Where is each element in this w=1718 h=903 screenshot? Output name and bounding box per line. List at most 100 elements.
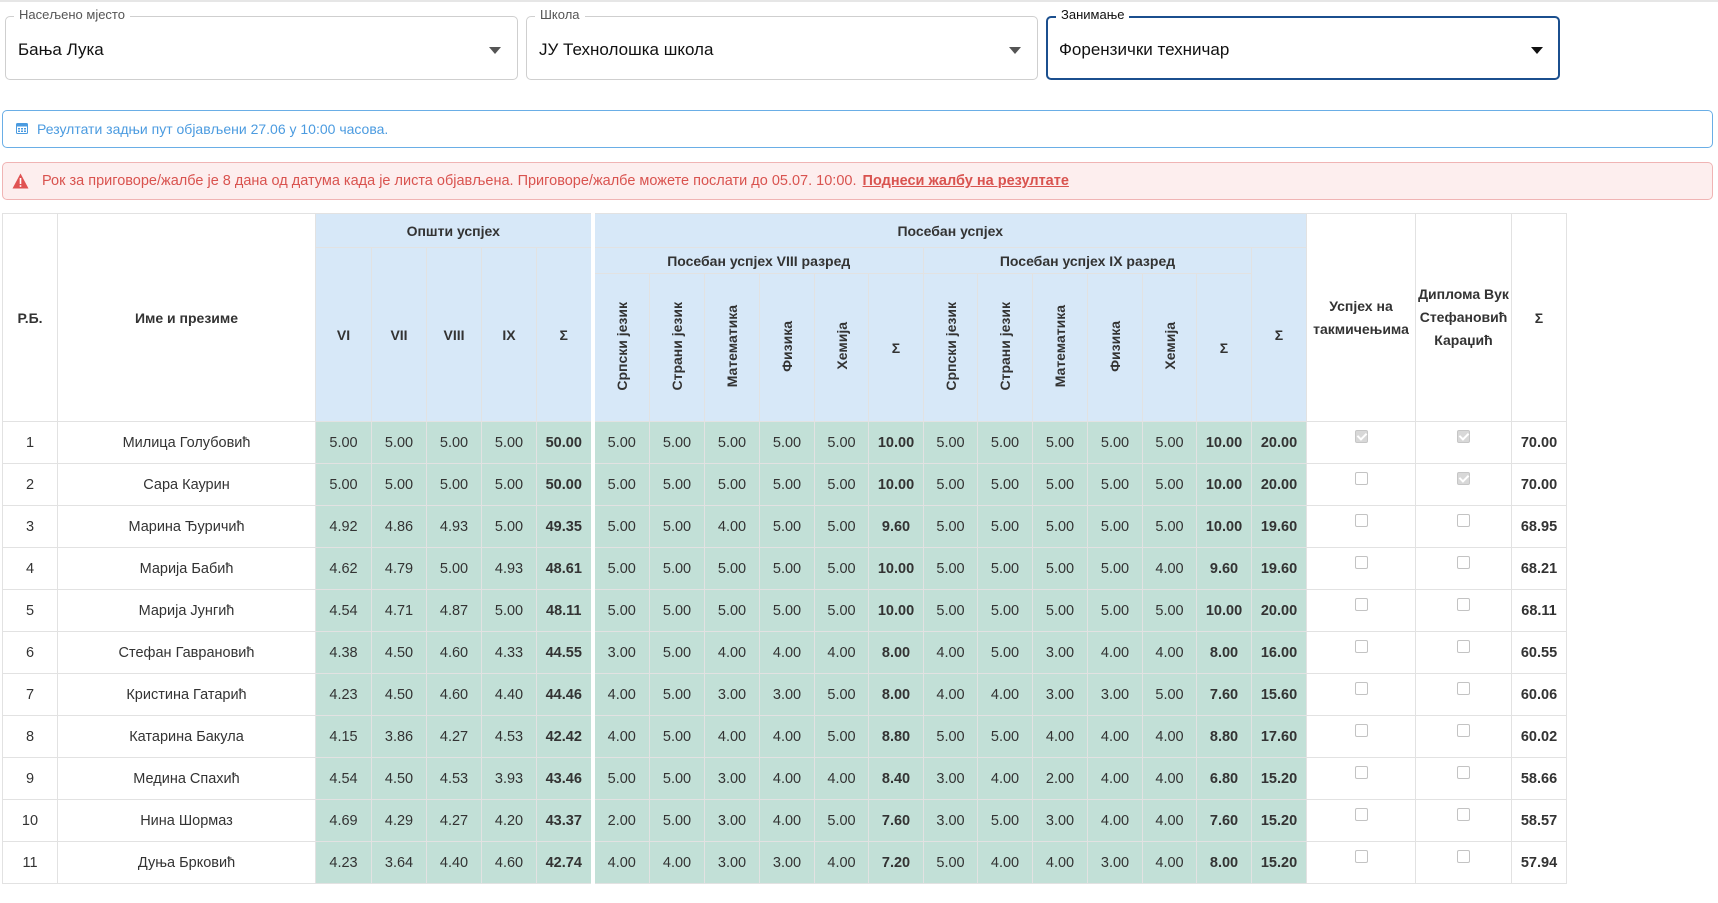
- student-name: Медина Спахић: [57, 757, 316, 800]
- special-8-sum-cell: 8.00: [868, 631, 924, 674]
- col-header-serbian-8-label: Српски језик: [613, 301, 630, 391]
- diploma-checkbox[interactable]: [1457, 556, 1470, 569]
- special-9-grade-cell: 4.00: [923, 673, 978, 716]
- special-8-grade-cell: 5.00: [590, 463, 650, 506]
- col-header-chemistry-9-label: Хемија: [1161, 322, 1178, 370]
- competitions-checkbox[interactable]: [1354, 850, 1368, 863]
- special-8-grade-cell: 5.00: [649, 799, 705, 842]
- general-grade-cell: 4.40: [426, 841, 482, 884]
- diploma-checkbox[interactable]: [1457, 598, 1470, 611]
- special-9-grade-cell: 5.00: [1032, 463, 1088, 506]
- competitions-checkbox[interactable]: [1354, 430, 1368, 443]
- special-9-grade-cell: 4.00: [977, 757, 1033, 800]
- special-9-grade-cell: 4.00: [1087, 631, 1143, 674]
- caret-down-icon[interactable]: [1531, 47, 1543, 54]
- competitions-cell: [1306, 421, 1416, 464]
- special-sum-cell: 16.00: [1251, 631, 1307, 674]
- diploma-checkbox[interactable]: [1457, 514, 1470, 527]
- general-grade-cell: 4.86: [371, 505, 427, 548]
- special-8-sum-cell: 8.40: [868, 757, 924, 800]
- top-divider: [0, 0, 1718, 2]
- diploma-checkbox[interactable]: [1457, 472, 1470, 485]
- special-8-grade-cell: 3.00: [704, 799, 760, 842]
- special-sum-cell: 20.00: [1251, 421, 1307, 464]
- special-9-sum-cell: 7.60: [1196, 799, 1252, 842]
- special-8-grade-cell: 5.00: [814, 463, 869, 506]
- col-header-math-9-label: Математика: [1052, 304, 1068, 388]
- school-select[interactable]: Школа ЈУ Технолошка школа: [526, 7, 1038, 80]
- student-name: Катарина Бакула: [57, 715, 316, 758]
- competitions-checkbox[interactable]: [1354, 682, 1368, 695]
- special-8-grade-cell: 5.00: [590, 421, 650, 464]
- place-select[interactable]: Насељено мјесто Бања Лука: [5, 7, 518, 80]
- special-8-grade-cell: 5.00: [590, 547, 650, 590]
- special-9-sum-cell: 10.00: [1196, 421, 1252, 464]
- special-9-grade-cell: 4.00: [1032, 841, 1088, 884]
- special-9-grade-cell: 4.00: [977, 673, 1033, 716]
- student-name: Сара Каурин: [57, 463, 316, 506]
- special-9-grade-cell: 5.00: [977, 715, 1033, 758]
- diploma-checkbox[interactable]: [1457, 850, 1470, 863]
- special-9-sum-cell: 8.80: [1196, 715, 1252, 758]
- occupation-select[interactable]: Занимање Форензички техничар: [1046, 7, 1560, 80]
- special-9-grade-cell: 5.00: [923, 589, 978, 632]
- special-9-grade-cell: 5.00: [977, 631, 1033, 674]
- diploma-checkbox[interactable]: [1457, 766, 1470, 779]
- row-number: 7: [2, 673, 58, 716]
- student-name: Кристина Гатарић: [57, 673, 316, 716]
- general-grade-cell: 4.60: [426, 673, 482, 716]
- competitions-checkbox[interactable]: [1354, 514, 1368, 527]
- total-score-cell: 68.11: [1511, 589, 1567, 632]
- diploma-checkbox[interactable]: [1457, 808, 1470, 821]
- competitions-cell: [1306, 547, 1416, 590]
- general-grade-cell: 4.27: [426, 799, 482, 842]
- special-8-grade-cell: 4.00: [814, 841, 869, 884]
- results-table: Р.Б. Име и презиме Општи успјех Посебан …: [2, 213, 1567, 884]
- special-8-grade-cell: 5.00: [590, 757, 650, 800]
- special-8-grade-cell: 4.00: [759, 757, 815, 800]
- special-9-grade-cell: 4.00: [1032, 715, 1088, 758]
- general-grade-cell: 4.23: [315, 841, 372, 884]
- diploma-checkbox[interactable]: [1457, 724, 1470, 737]
- competitions-checkbox[interactable]: [1354, 766, 1368, 779]
- special-8-grade-cell: 4.00: [814, 757, 869, 800]
- special-9-grade-cell: 5.00: [1142, 463, 1197, 506]
- row-number: 5: [2, 589, 58, 632]
- special-9-grade-cell: 5.00: [977, 421, 1033, 464]
- competitions-checkbox[interactable]: [1354, 556, 1368, 569]
- complaint-deadline-text: Рок за приговоре/жалбе је 8 дана од дату…: [42, 173, 1069, 189]
- table-row: 6 Стефан Гаврановић 4.38 4.50 4.60 4.33 44.55 3…: [2, 631, 1567, 674]
- diploma-checkbox[interactable]: [1457, 682, 1470, 695]
- warning-icon: [12, 173, 29, 189]
- competitions-checkbox[interactable]: [1354, 472, 1368, 485]
- col-header-foreign-8: Страни језик: [649, 273, 705, 422]
- total-score-cell: 60.06: [1511, 673, 1567, 716]
- col-header-foreign-9-label: Страни језик: [997, 301, 1013, 391]
- col-header-vi: VI: [315, 247, 372, 422]
- special-8-sum-cell: 10.00: [868, 547, 924, 590]
- special-8-grade-cell: 5.00: [814, 547, 869, 590]
- caret-down-icon[interactable]: [489, 47, 501, 54]
- diploma-checkbox[interactable]: [1457, 640, 1470, 653]
- special-9-grade-cell: 3.00: [1087, 841, 1143, 884]
- special-8-grade-cell: 4.00: [590, 673, 650, 716]
- caret-down-icon[interactable]: [1009, 47, 1021, 54]
- special-8-grade-cell: 5.00: [704, 547, 760, 590]
- competitions-checkbox[interactable]: [1354, 598, 1368, 611]
- special-9-grade-cell: 5.00: [1087, 421, 1143, 464]
- total-score-cell: 60.02: [1511, 715, 1567, 758]
- competitions-checkbox[interactable]: [1354, 640, 1368, 653]
- general-sum-cell: 50.00: [536, 421, 593, 464]
- col-header-math-9: Математика: [1032, 273, 1088, 422]
- special-8-sum-cell: 8.00: [868, 673, 924, 716]
- row-number: 6: [2, 631, 58, 674]
- col-header-name: Име и презиме: [57, 213, 316, 422]
- competitions-checkbox[interactable]: [1354, 808, 1368, 821]
- submit-complaint-link[interactable]: Поднеси жалбу на резултате: [863, 173, 1069, 189]
- competitions-checkbox[interactable]: [1354, 724, 1368, 737]
- general-grade-cell: 3.93: [481, 757, 537, 800]
- diploma-checkbox[interactable]: [1457, 430, 1470, 443]
- row-number: 10: [2, 799, 58, 842]
- special-8-sum-cell: 10.00: [868, 463, 924, 506]
- general-sum-cell: 48.11: [536, 589, 593, 632]
